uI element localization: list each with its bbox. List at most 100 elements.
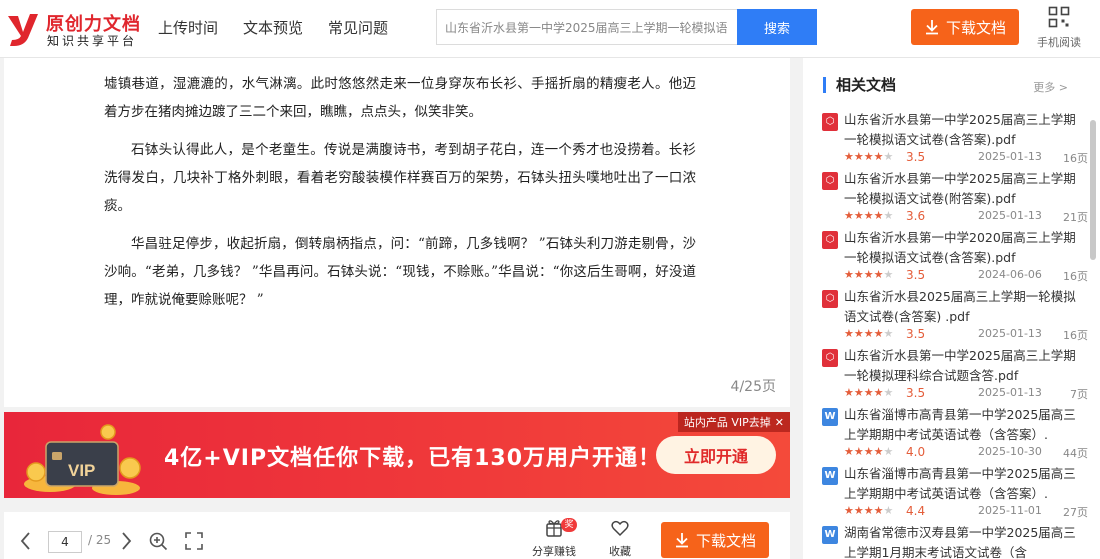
favorite-button[interactable]: 收藏 bbox=[602, 518, 638, 558]
list-item[interactable]: ⬡ 山东省沂水县第一中学2025届高三上学期一轮模拟语文试卷(附答案).pdf ★★… bbox=[822, 169, 1088, 228]
document-paragraph: 石钵头认得此人，是个老童生。传说是满腹诗书，考到胡子花白，连一个秀才也没捞着。长… bbox=[104, 142, 696, 214]
vip-card-icon: VIP bbox=[24, 424, 141, 495]
favorite-label: 收藏 bbox=[609, 545, 631, 558]
scrollbar-thumb[interactable] bbox=[1090, 120, 1096, 260]
search-input[interactable] bbox=[436, 9, 738, 45]
rating-stars: ★★★★★ bbox=[844, 386, 894, 399]
mobile-read-label: 手机阅读 bbox=[1037, 36, 1081, 49]
rating-score: 3.5 bbox=[906, 150, 926, 164]
main-nav: 上传时间 文本预览 常见问题 bbox=[158, 17, 388, 38]
page-indicator: 4/25页 bbox=[730, 379, 776, 395]
top-header: 原创力文档 知识共享平台 上传时间 文本预览 常见问题 搜索 下载文档 手机阅读 bbox=[0, 0, 1100, 58]
list-item[interactable]: ⬡ 山东省沂水县第一中学2020届高三上学期一轮模拟语文试卷(含答案).pdf ★★… bbox=[822, 228, 1088, 287]
mobile-read-button[interactable]: 手机阅读 bbox=[1034, 6, 1084, 49]
doc-page-count: 16页 bbox=[1063, 329, 1088, 342]
doc-date: 2025-01-13 bbox=[978, 327, 1042, 340]
list-item[interactable]: W 山东省淄博市高青县第一中学2025届高三上学期期中考试英语试卷（含答案）. ★★… bbox=[822, 464, 1088, 523]
doc-title-link[interactable]: 山东省沂水县2025届高三上学期一轮模拟语文试卷(含答案) .pdf bbox=[844, 287, 1088, 327]
pdf-file-icon: ⬡ bbox=[822, 231, 838, 249]
download-button-top[interactable]: 下载文档 bbox=[911, 9, 1019, 45]
list-item[interactable]: W 湖南省常德市汉寿县第一中学2025届高三上学期1月期末考试语文试卷（含 bbox=[822, 523, 1086, 559]
nav-item-text-preview[interactable]: 文本预览 bbox=[243, 17, 303, 38]
download-icon bbox=[925, 20, 938, 35]
doc-title-link[interactable]: 湖南省常德市汉寿县第一中学2025届高三上学期1月期末考试语文试卷（含 bbox=[844, 523, 1088, 559]
related-docs-title: 相关文档 bbox=[823, 77, 896, 93]
doc-page-count: 21页 bbox=[1063, 211, 1088, 224]
next-page-icon[interactable] bbox=[118, 530, 134, 552]
prev-page-icon[interactable] bbox=[18, 530, 34, 552]
word-file-icon: W bbox=[822, 526, 838, 544]
download-button-bottom[interactable]: 下载文档 bbox=[661, 522, 769, 558]
pdf-file-icon: ⬡ bbox=[822, 172, 838, 190]
download-label: 下载文档 bbox=[695, 531, 756, 550]
document-paragraph: 墟镇巷道，湿漉漉的，水气淋漓。此时悠悠然走来一位身穿灰布长衫、手摇折扇的精瘦老人… bbox=[104, 76, 696, 120]
rating-stars: ★★★★★ bbox=[844, 327, 894, 340]
list-item[interactable]: W 山东省淄博市高青县第一中学2025届高三上学期期中考试英语试卷（含答案）. ★★… bbox=[822, 405, 1088, 464]
banner-slogan: 4亿+VIP文档任你下载，已有130万用户开通！ bbox=[164, 446, 662, 471]
close-icon[interactable]: ✕ bbox=[775, 416, 784, 429]
doc-meta: ★★★★★ 3.5 2025-01-13 16页 bbox=[844, 327, 1088, 343]
banner-tag-label: 站内产品 VIP去掉 bbox=[683, 416, 771, 429]
doc-date: 2024-06-06 bbox=[978, 268, 1042, 281]
nav-item-upload-time[interactable]: 上传时间 bbox=[158, 17, 218, 38]
doc-date: 2025-11-01 bbox=[978, 504, 1042, 517]
zoom-in-icon[interactable] bbox=[148, 530, 168, 552]
rating-score: 3.5 bbox=[906, 268, 926, 282]
doc-page-count: 44页 bbox=[1063, 447, 1088, 460]
list-item[interactable]: ⬡ 山东省沂水县第一中学2025届高三上学期一轮模拟理科综合试题含答.pdf ★★★… bbox=[822, 346, 1088, 405]
doc-meta: ★★★★★ 4.4 2025-11-01 27页 bbox=[844, 504, 1088, 520]
page-number-input[interactable] bbox=[48, 531, 82, 553]
nav-item-faq[interactable]: 常见问题 bbox=[328, 17, 388, 38]
doc-title-link[interactable]: 山东省沂水县第一中学2025届高三上学期一轮模拟理科综合试题含答.pdf bbox=[844, 346, 1088, 386]
rating-stars: ★★★★★ bbox=[844, 268, 894, 281]
search-button[interactable]: 搜索 bbox=[737, 9, 817, 45]
doc-title-link[interactable]: 山东省淄博市高青县第一中学2025届高三上学期期中考试英语试卷（含答案）. bbox=[844, 464, 1088, 504]
page-total: / 25 bbox=[88, 533, 112, 547]
banner-tag: 站内产品 VIP去掉 ✕ bbox=[677, 412, 790, 432]
rating-score: 3.6 bbox=[906, 209, 926, 223]
pdf-file-icon: ⬡ bbox=[822, 290, 838, 308]
doc-meta: ★★★★★ 3.5 2025-01-13 16页 bbox=[844, 150, 1088, 166]
rating-score: 3.5 bbox=[906, 327, 926, 341]
doc-title-link[interactable]: 山东省淄博市高青县第一中学2025届高三上学期期中考试英语试卷（含答案）. bbox=[844, 405, 1088, 445]
rating-stars: ★★★★★ bbox=[844, 150, 894, 163]
list-item[interactable]: ⬡ 山东省沂水县2025届高三上学期一轮模拟语文试卷(含答案) .pdf ★★★★★… bbox=[822, 287, 1088, 346]
site-logo[interactable]: 原创力文档 知识共享平台 bbox=[4, 8, 140, 50]
rating-score: 4.4 bbox=[906, 504, 926, 518]
doc-date: 2025-01-13 bbox=[978, 209, 1042, 222]
list-item[interactable]: ⬡ 山东省沂水县第一中学2025届高三上学期一轮模拟语文试卷(含答案).pdf ★★… bbox=[822, 110, 1088, 169]
reward-badge: 奖 bbox=[561, 518, 577, 532]
doc-meta: ★★★★★ 3.5 2025-01-13 7页 bbox=[844, 386, 1088, 402]
document-page: 墟镇巷道，湿漉漉的，水气淋漓。此时悠悠然走来一位身穿灰布长衫、手摇折扇的精瘦老人… bbox=[4, 58, 790, 407]
doc-page-count: 16页 bbox=[1063, 270, 1088, 283]
download-label: 下载文档 bbox=[945, 18, 1006, 37]
logo-subtitle: 知识共享平台 bbox=[47, 34, 138, 48]
logo-icon bbox=[8, 14, 38, 46]
rating-stars: ★★★★★ bbox=[844, 445, 894, 458]
related-docs-panel: 相关文档 更多 > ⬡ 山东省沂水县第一中学2025届高三上学期一轮模拟语文试卷(… bbox=[803, 58, 1100, 559]
download-icon bbox=[675, 533, 688, 548]
rating-stars: ★★★★★ bbox=[844, 504, 894, 517]
doc-date: 2025-01-13 bbox=[978, 150, 1042, 163]
doc-title-link[interactable]: 山东省沂水县第一中学2025届高三上学期一轮模拟语文试卷(含答案).pdf bbox=[844, 110, 1088, 150]
doc-meta: ★★★★★ 3.6 2025-01-13 21页 bbox=[844, 209, 1088, 225]
vip-promo-banner[interactable]: VIP 4亿+VIP文档任你下载，已有130万用户开通！ 立即开通 站内产品 V… bbox=[4, 412, 790, 498]
document-paragraph: 华昌驻足停步，收起折扇，倒转扇柄指点，问：“前蹄，几多钱啊？ ”石钵头利刀游走剔… bbox=[104, 236, 696, 308]
more-link[interactable]: 更多 > bbox=[1033, 79, 1068, 95]
share-label: 分享赚钱 bbox=[532, 545, 576, 558]
qr-code-icon bbox=[1048, 6, 1070, 28]
heart-icon bbox=[611, 520, 629, 537]
fullscreen-icon[interactable] bbox=[184, 530, 204, 552]
doc-meta: ★★★★★ 3.5 2024-06-06 16页 bbox=[844, 268, 1088, 284]
doc-title-link[interactable]: 山东省沂水县第一中学2020届高三上学期一轮模拟语文试卷(含答案).pdf bbox=[844, 228, 1088, 268]
doc-page-count: 27页 bbox=[1063, 506, 1088, 519]
word-file-icon: W bbox=[822, 467, 838, 485]
doc-page-count: 16页 bbox=[1063, 152, 1088, 165]
rating-score: 3.5 bbox=[906, 386, 926, 400]
doc-title-link[interactable]: 山东省沂水县第一中学2025届高三上学期一轮模拟语文试卷(附答案).pdf bbox=[844, 169, 1088, 209]
rating-score: 4.0 bbox=[906, 445, 926, 459]
share-earn-button[interactable]: 奖 分享赚钱 bbox=[529, 518, 579, 558]
related-docs-list: ⬡ 山东省沂水县第一中学2025届高三上学期一轮模拟语文试卷(含答案).pdf ★★… bbox=[822, 110, 1088, 559]
activate-vip-button[interactable]: 立即开通 bbox=[656, 436, 776, 474]
pdf-file-icon: ⬡ bbox=[822, 113, 838, 131]
